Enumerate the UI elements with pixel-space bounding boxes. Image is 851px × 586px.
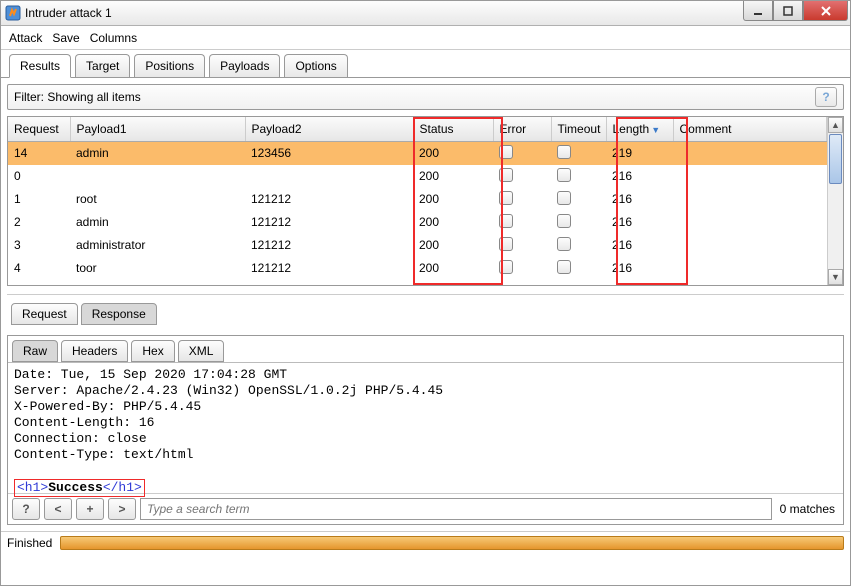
sort-indicator-icon: ▼ (651, 125, 660, 135)
filter-text: Filter: Showing all items (14, 90, 141, 104)
table-row[interactable]: 4 toor 121212 200 216 (8, 257, 827, 280)
filter-bar[interactable]: Filter: Showing all items ? (7, 84, 844, 110)
status-bar: Finished (1, 531, 850, 553)
search-bar: ? < + > 0 matches (8, 493, 843, 524)
scroll-thumb[interactable] (829, 134, 842, 184)
col-payload1[interactable]: Payload1 (70, 117, 245, 141)
tab-payloads[interactable]: Payloads (209, 54, 280, 77)
search-next-button[interactable]: > (108, 498, 136, 520)
tab-xml[interactable]: XML (178, 340, 225, 362)
maximize-button[interactable] (773, 1, 803, 21)
checkbox[interactable] (499, 260, 513, 274)
tab-request-msg[interactable]: Request (11, 303, 78, 325)
checkbox[interactable] (499, 214, 513, 228)
table-row[interactable]: 3 administrator 121212 200 216 (8, 234, 827, 257)
table-row[interactable]: 14 admin 123456 200 219 (8, 141, 827, 165)
table-row[interactable]: 0 200 216 (8, 165, 827, 188)
menu-columns[interactable]: Columns (90, 31, 137, 45)
status-label: Finished (7, 536, 52, 550)
tab-headers[interactable]: Headers (61, 340, 128, 362)
checkbox[interactable] (557, 191, 571, 205)
message-viewer: Raw Headers Hex XML Date: Tue, 15 Sep 20… (7, 335, 844, 525)
window-controls (743, 1, 848, 21)
checkbox[interactable] (557, 237, 571, 251)
results-grid: Request Payload1 Payload2 Status Error T… (7, 116, 844, 286)
checkbox[interactable] (557, 214, 571, 228)
search-input[interactable] (140, 498, 772, 520)
help-button[interactable]: ? (815, 87, 837, 107)
checkbox[interactable] (557, 260, 571, 274)
checkbox[interactable] (557, 168, 571, 182)
tab-options[interactable]: Options (284, 54, 347, 77)
checkbox[interactable] (499, 191, 513, 205)
menu-save[interactable]: Save (52, 31, 79, 45)
menu-attack[interactable]: Attack (9, 31, 42, 45)
progress-bar (60, 536, 844, 550)
col-comment[interactable]: Comment (673, 117, 827, 141)
checkbox[interactable] (499, 145, 513, 159)
checkbox[interactable] (499, 168, 513, 182)
tab-positions[interactable]: Positions (134, 54, 205, 77)
scroll-down-icon[interactable]: ▼ (828, 269, 843, 285)
response-body[interactable]: Date: Tue, 15 Sep 2020 17:04:28 GMT Serv… (8, 363, 843, 493)
column-headers: Request Payload1 Payload2 Status Error T… (8, 117, 827, 141)
main-tabs: Results Target Positions Payloads Option… (1, 50, 850, 78)
window-title: Intruder attack 1 (25, 6, 112, 20)
col-timeout[interactable]: Timeout (551, 117, 606, 141)
search-prev-button[interactable]: < (44, 498, 72, 520)
search-help-button[interactable]: ? (12, 498, 40, 520)
app-icon (5, 5, 21, 21)
tab-raw[interactable]: Raw (12, 340, 58, 362)
menu-bar: Attack Save Columns (1, 26, 850, 50)
highlight-success: <h1>Success</h1> (14, 479, 145, 497)
col-length[interactable]: Length▼ (606, 117, 673, 141)
message-tabs: Request Response (7, 294, 844, 329)
checkbox[interactable] (557, 145, 571, 159)
table-row[interactable]: 1 root 121212 200 216 (8, 188, 827, 211)
title-bar: Intruder attack 1 (1, 1, 850, 26)
col-payload2[interactable]: Payload2 (245, 117, 413, 141)
tab-response-msg[interactable]: Response (81, 303, 157, 325)
scroll-up-icon[interactable]: ▲ (828, 117, 843, 133)
search-plus-button[interactable]: + (76, 498, 104, 520)
col-request[interactable]: Request (8, 117, 70, 141)
tab-results[interactable]: Results (9, 54, 71, 78)
col-status[interactable]: Status (413, 117, 493, 141)
checkbox[interactable] (499, 237, 513, 251)
match-count: 0 matches (776, 502, 839, 516)
table-row[interactable]: 2 admin 121212 200 216 (8, 211, 827, 234)
col-error[interactable]: Error (493, 117, 551, 141)
tab-hex[interactable]: Hex (131, 340, 174, 362)
minimize-button[interactable] (743, 1, 773, 21)
tab-target[interactable]: Target (75, 54, 130, 77)
close-button[interactable] (803, 1, 848, 21)
vertical-scrollbar[interactable]: ▲ ▼ (827, 117, 843, 285)
